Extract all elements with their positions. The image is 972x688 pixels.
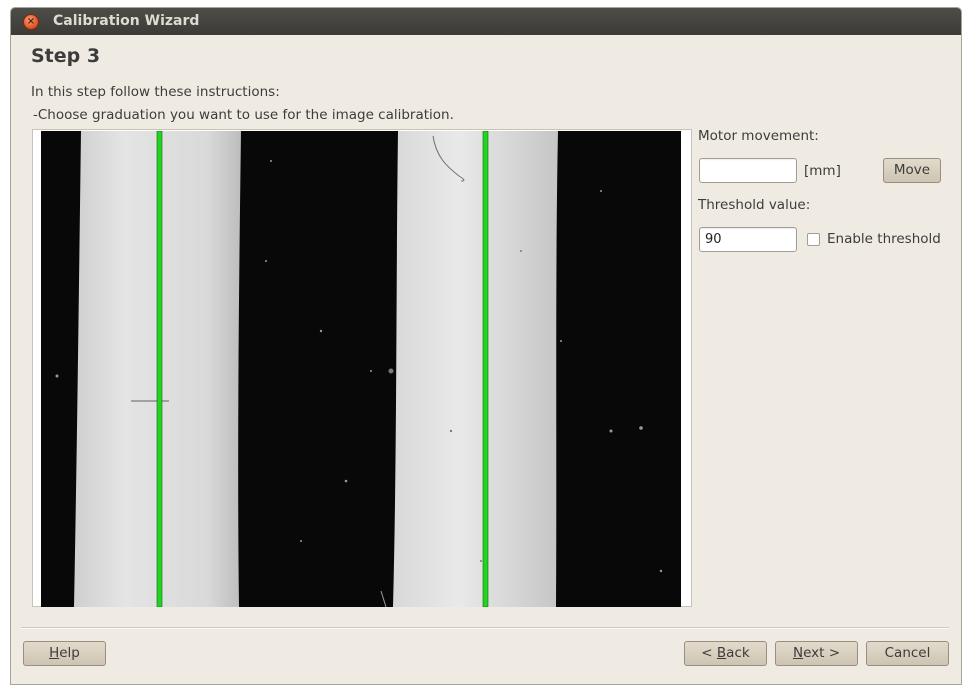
back-mnemonic: B bbox=[716, 645, 727, 661]
next-button[interactable]: Next > bbox=[775, 641, 858, 666]
help-mnemonic: H bbox=[49, 645, 60, 661]
cancel-button[interactable]: Cancel bbox=[866, 641, 949, 666]
graduation-marker-1 bbox=[156, 131, 163, 607]
motor-movement-label: Motor movement: bbox=[698, 128, 819, 144]
close-icon[interactable]: × bbox=[23, 14, 39, 30]
graduation-marker-2 bbox=[482, 131, 489, 607]
move-button[interactable]: Move bbox=[883, 158, 941, 183]
enable-threshold-checkbox[interactable] bbox=[807, 233, 820, 246]
enable-threshold-label[interactable]: Enable threshold bbox=[827, 231, 941, 247]
next-label-rest: ext > bbox=[803, 645, 841, 661]
instruction-detail: -Choose graduation you want to use for t… bbox=[33, 107, 454, 123]
motor-movement-input[interactable] bbox=[699, 158, 797, 183]
calibration-image[interactable] bbox=[41, 131, 681, 607]
threshold-value-input[interactable] bbox=[699, 227, 797, 252]
help-label-rest: elp bbox=[59, 645, 80, 661]
help-button[interactable]: Help bbox=[23, 641, 106, 666]
light-graduation-2 bbox=[393, 131, 558, 607]
step-title: Step 3 bbox=[31, 45, 101, 67]
motor-unit-label: [mm] bbox=[804, 163, 841, 179]
back-label-rest: ack bbox=[726, 645, 750, 661]
threshold-value-label: Threshold value: bbox=[698, 197, 811, 213]
next-mnemonic: N bbox=[792, 645, 804, 661]
back-prefix: < bbox=[701, 645, 717, 661]
footer-separator bbox=[21, 627, 949, 629]
back-button[interactable]: < Back bbox=[684, 641, 767, 666]
calibration-image-panel[interactable] bbox=[32, 129, 692, 607]
calibration-wizard-window: × Calibration Wizard Step 3 In this step… bbox=[10, 7, 962, 685]
title-bar: × Calibration Wizard bbox=[11, 8, 961, 35]
instruction-intro: In this step follow these instructions: bbox=[31, 84, 280, 100]
window-title: Calibration Wizard bbox=[53, 13, 200, 29]
